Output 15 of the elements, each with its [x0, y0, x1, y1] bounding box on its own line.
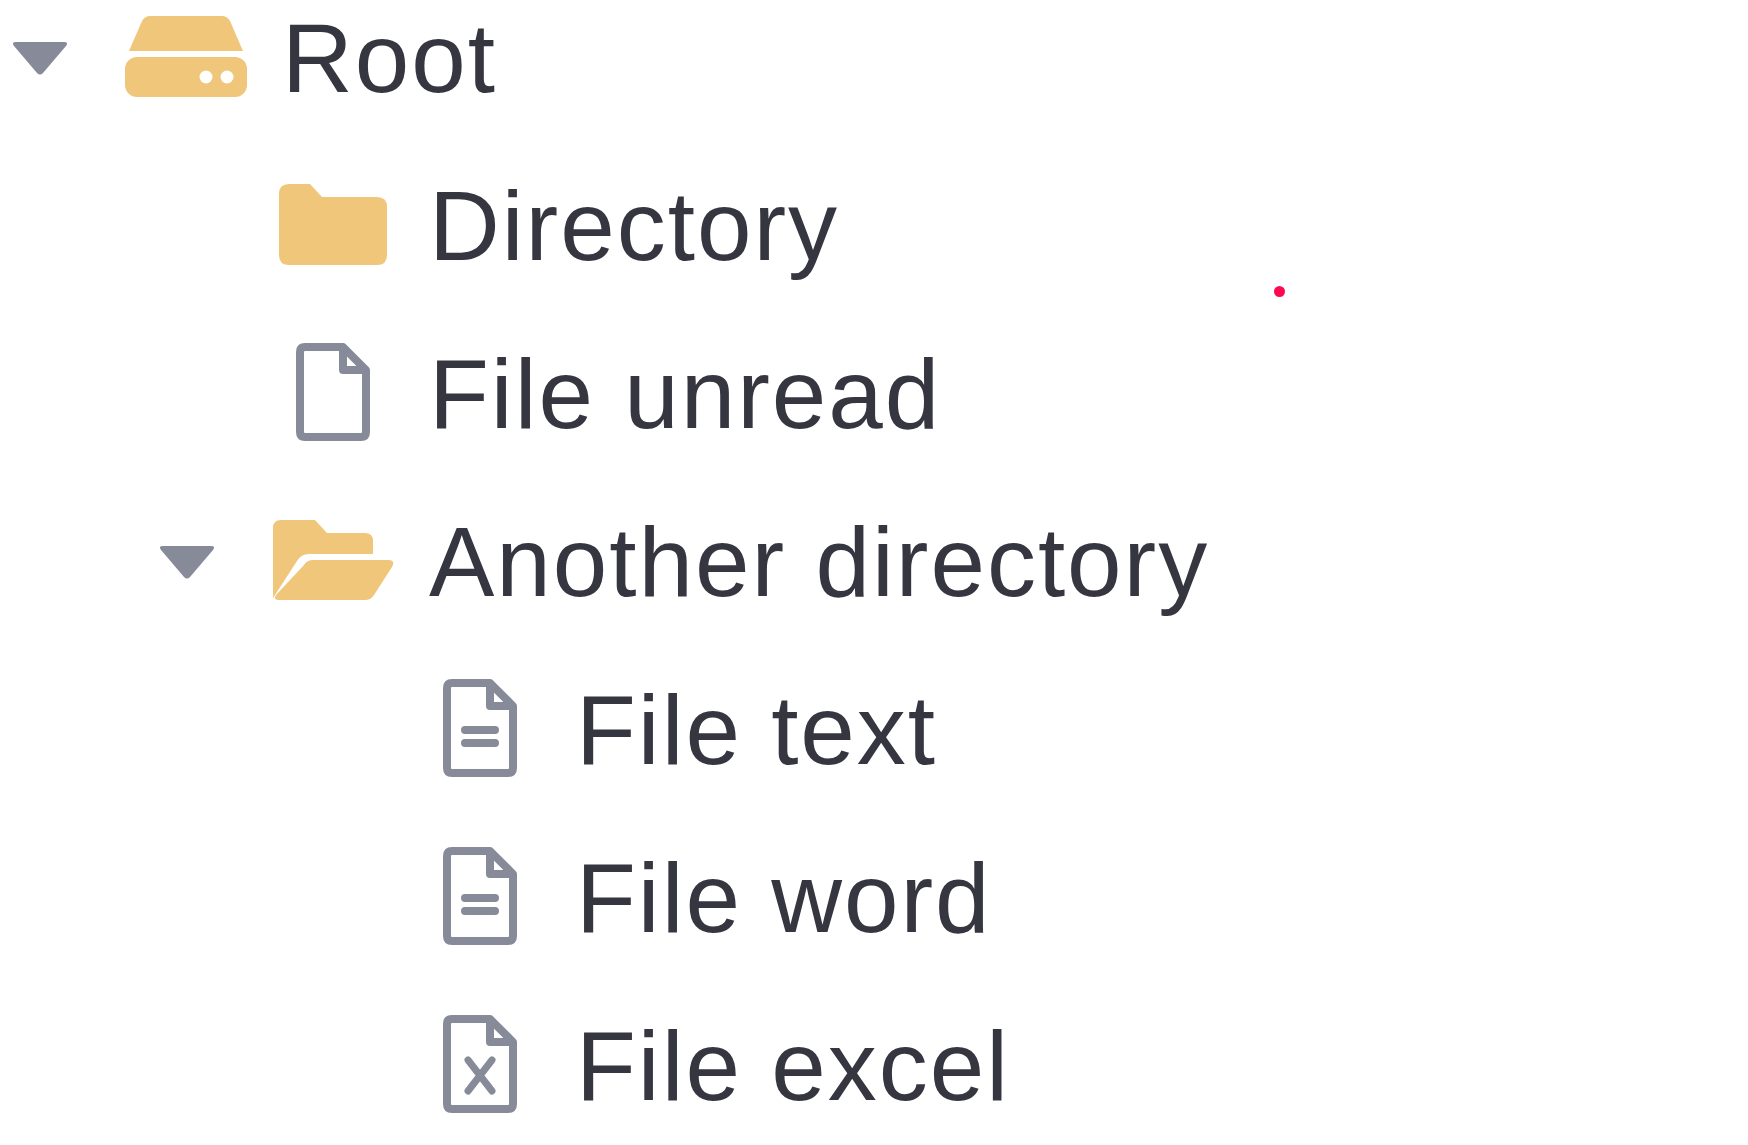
tree-item-label[interactable]: Directory: [429, 168, 840, 286]
hard-drive-icon: [125, 15, 247, 97]
tree-item-label[interactable]: File unread: [429, 336, 942, 454]
dot-icon: [1274, 286, 1285, 297]
file-icon: [296, 343, 370, 441]
tree-item-label[interactable]: Another directory: [429, 504, 1210, 622]
caret-icon[interactable]: [158, 546, 216, 580]
document-icon: [443, 847, 517, 945]
tree-item-label[interactable]: File excel: [576, 1008, 1010, 1126]
document-icon: [443, 679, 517, 777]
caret-icon[interactable]: [11, 42, 69, 76]
x-file-icon: [443, 1015, 517, 1113]
tree-item-label[interactable]: File word: [576, 840, 992, 958]
tree-item-label[interactable]: Root: [282, 0, 497, 118]
tree-item-label[interactable]: File text: [576, 672, 938, 790]
